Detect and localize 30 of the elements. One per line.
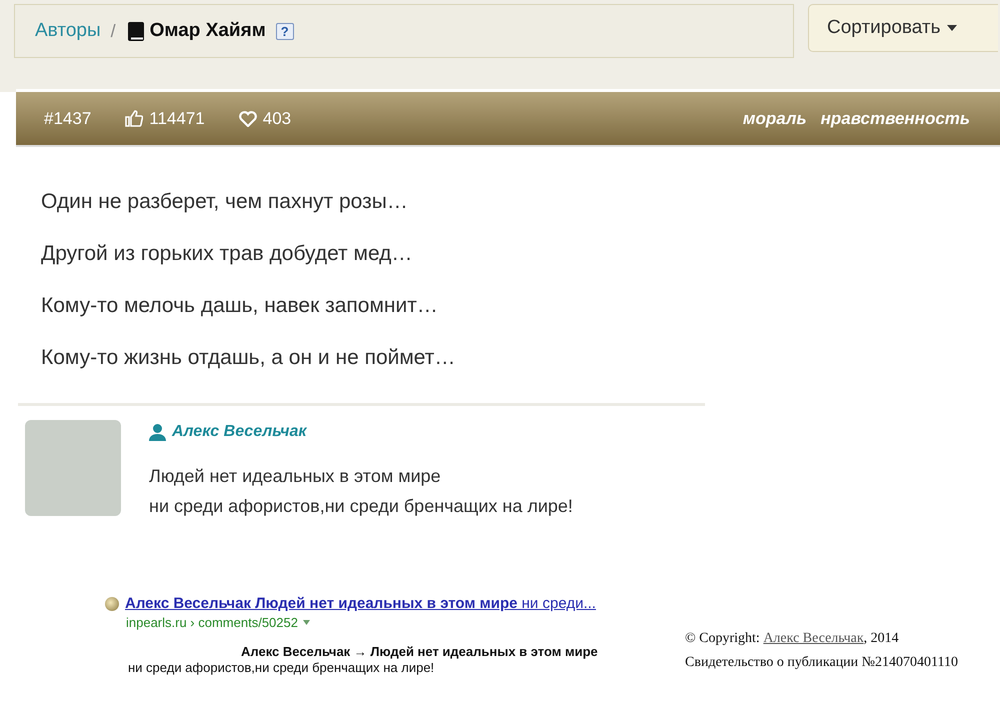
poem-line: Кому-то мелочь дашь, навек запомнит… [41,293,439,319]
thumbs-up-icon[interactable] [125,110,144,127]
comment-author-link[interactable]: Алекс Весельчак [172,423,306,441]
dropdown-arrow-icon[interactable] [302,620,310,625]
heart-icon[interactable] [238,110,257,126]
poem-line: Другой из горьких трав добудет мед… [41,241,414,267]
author-title: Омар Хайям [150,20,266,42]
search-result-link[interactable]: Алекс Весельчак Людей нет идеальных в этом мире ни среди... [125,595,596,612]
tag-link[interactable]: нравственность [820,108,970,128]
tag-link[interactable]: мораль [742,108,807,128]
certificate-text: Свидетельство о публикации №214070401110 [685,655,958,671]
user-icon [149,424,166,440]
excerpt-text: ни среди афористов,ни среди бренчащих на лире! [127,660,436,675]
book-icon [128,22,144,40]
sort-button[interactable]: Сортировать [808,4,998,52]
poem-line: Кому-то жизнь отдашь, а он и не поймет… [41,345,456,371]
comment-text: Людей нет идеальных в этом мире ни среди афористов,ни среди бренчащих на лире! [149,465,573,518]
breadcrumb-separator: / [110,20,116,42]
quote-number: #1437 [44,108,92,128]
likes-count: 114471 [149,108,205,128]
site-orb-icon [105,596,119,610]
favorites-count: 403 [262,108,292,128]
help-icon[interactable]: ? [276,22,294,40]
poem-line: Один не разберет, чем пахнут розы… [41,189,409,215]
excerpt-heading: Алекс Весельчак → Людей нет идеальных в этом мире [240,644,599,659]
copyright-author-link[interactable]: Алекс Весельчак [763,631,864,646]
caret-icon [946,25,957,31]
copyright-text: © Copyright: Алекс Весельчак, 2014 [685,631,900,647]
result-url[interactable]: inpearls.ru › comments/50252 [126,615,298,630]
breadcrumb-link[interactable]: Авторы [35,20,101,42]
